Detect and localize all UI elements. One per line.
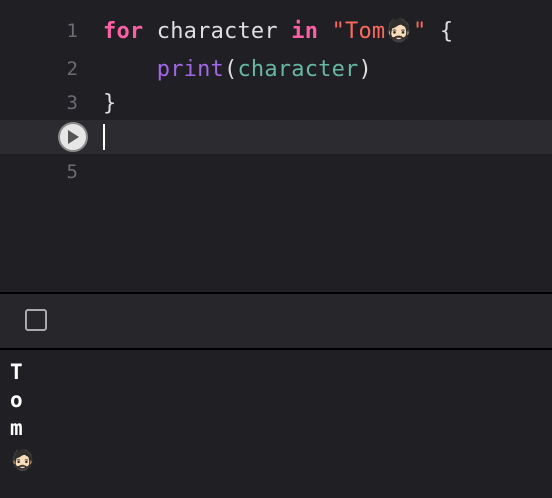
console-output[interactable]: T o m 🧔🏻 (0, 350, 552, 498)
output-line: o (10, 388, 23, 412)
output-line: m (10, 416, 23, 440)
code-line-5[interactable]: 5 (0, 155, 552, 189)
output-line: 🧔🏻 (10, 448, 35, 472)
debug-bar (0, 294, 552, 348)
line-number: 2 (66, 58, 78, 80)
text-cursor (103, 124, 105, 150)
keyword-for: for (103, 18, 144, 44)
square-toggle-icon[interactable] (25, 309, 47, 331)
string-literal: "Tom🧔🏻" (318, 18, 427, 44)
close-brace: } (103, 90, 117, 116)
code-text: for character in "Tom🧔🏻" { (103, 19, 453, 44)
open-brace: { (426, 18, 454, 44)
code-line-1[interactable]: 1 for character in "Tom🧔🏻" { (0, 14, 552, 48)
loop-variable: character (143, 18, 292, 44)
code-line-2[interactable]: 2 print(character) (0, 52, 552, 86)
open-paren: ( (224, 56, 238, 82)
function-print: print (156, 56, 225, 82)
keyword-in: in (291, 18, 319, 44)
code-line-3[interactable]: 3 } (0, 86, 552, 120)
code-line-4[interactable] (0, 120, 552, 154)
play-circle-icon[interactable] (58, 122, 88, 152)
code-text: print(character) (103, 57, 372, 82)
line-number: 5 (66, 161, 78, 183)
output-line: T (10, 360, 23, 384)
argument: character (237, 56, 359, 82)
code-editor[interactable]: 1 for character in "Tom🧔🏻" { 2 print(cha… (0, 0, 552, 292)
close-paren: ) (358, 56, 372, 82)
line-number: 3 (66, 92, 78, 114)
line-number: 1 (66, 20, 78, 42)
run-gutter (0, 122, 103, 152)
